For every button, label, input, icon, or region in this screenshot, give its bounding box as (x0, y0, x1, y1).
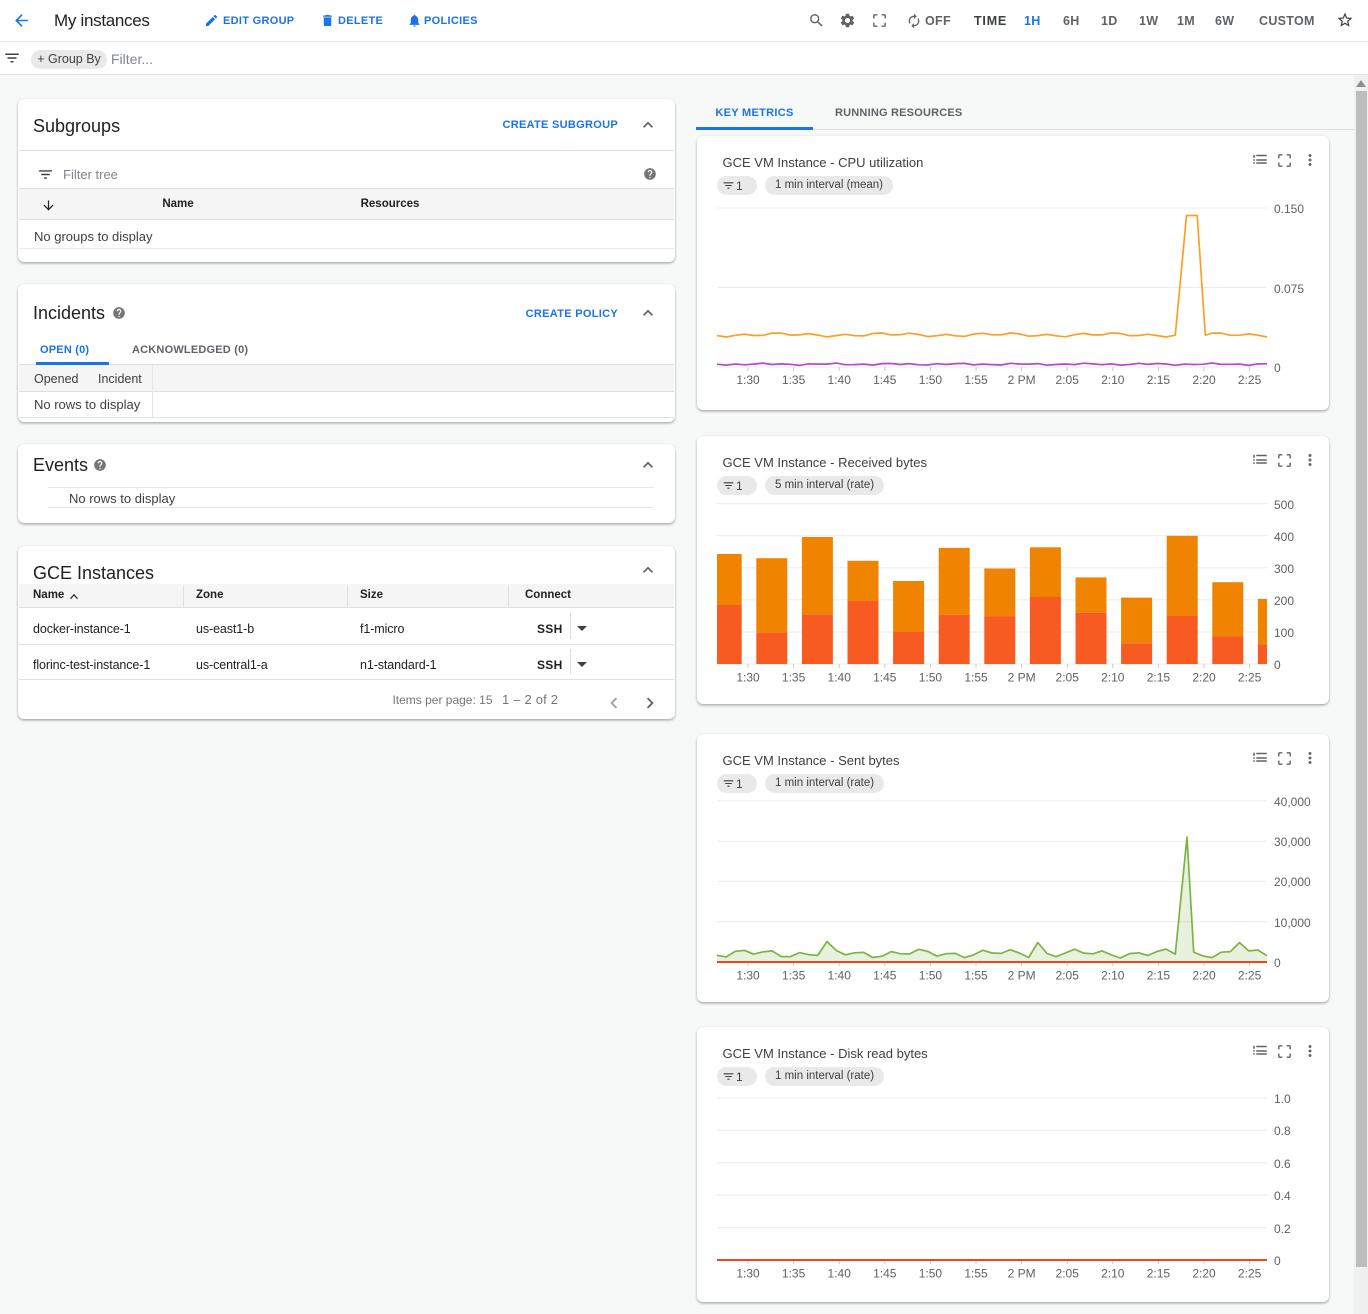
svg-text:1:50: 1:50 (919, 969, 943, 983)
svg-text:1:40: 1:40 (828, 373, 852, 387)
svg-text:1:40: 1:40 (828, 671, 852, 685)
svg-text:1:55: 1:55 (964, 671, 988, 685)
svg-text:1:50: 1:50 (919, 1267, 943, 1281)
svg-text:1:45: 1:45 (873, 373, 897, 387)
svg-text:2 PM: 2 PM (1008, 671, 1036, 685)
svg-text:1:55: 1:55 (964, 1267, 988, 1281)
svg-text:2:05: 2:05 (1056, 969, 1080, 983)
svg-text:2 PM: 2 PM (1008, 373, 1036, 387)
svg-text:1:50: 1:50 (919, 373, 943, 387)
svg-text:2:25: 2:25 (1238, 1267, 1262, 1281)
svg-text:2 PM: 2 PM (1008, 1267, 1036, 1281)
svg-text:1:30: 1:30 (736, 671, 760, 685)
svg-text:2:10: 2:10 (1101, 1267, 1125, 1281)
svg-text:2:15: 2:15 (1147, 671, 1171, 685)
svg-text:2:05: 2:05 (1056, 671, 1080, 685)
svg-text:2:25: 2:25 (1238, 671, 1262, 685)
svg-text:2:05: 2:05 (1056, 1267, 1080, 1281)
svg-text:2:05: 2:05 (1056, 373, 1080, 387)
svg-text:2:25: 2:25 (1238, 969, 1262, 983)
svg-text:1:30: 1:30 (736, 969, 760, 983)
svg-text:2:20: 2:20 (1192, 671, 1216, 685)
svg-text:1:50: 1:50 (919, 671, 943, 685)
svg-text:1:35: 1:35 (782, 671, 806, 685)
svg-text:1:45: 1:45 (873, 671, 897, 685)
svg-text:1:40: 1:40 (828, 1267, 852, 1281)
svg-text:2:15: 2:15 (1147, 969, 1171, 983)
svg-text:1:55: 1:55 (964, 373, 988, 387)
svg-text:2:25: 2:25 (1238, 373, 1262, 387)
svg-text:2:15: 2:15 (1147, 1267, 1171, 1281)
svg-text:1:30: 1:30 (736, 1267, 760, 1281)
svg-text:1:45: 1:45 (873, 969, 897, 983)
svg-text:1:30: 1:30 (736, 373, 760, 387)
svg-text:2:20: 2:20 (1192, 969, 1216, 983)
svg-text:2 PM: 2 PM (1008, 969, 1036, 983)
svg-text:2:10: 2:10 (1101, 671, 1125, 685)
svg-text:2:20: 2:20 (1192, 373, 1216, 387)
svg-text:2:10: 2:10 (1101, 969, 1125, 983)
svg-text:2:20: 2:20 (1192, 1267, 1216, 1281)
svg-text:1:55: 1:55 (964, 969, 988, 983)
svg-text:2:15: 2:15 (1147, 373, 1171, 387)
svg-text:1:40: 1:40 (828, 969, 852, 983)
svg-text:1:35: 1:35 (782, 373, 806, 387)
svg-text:1:45: 1:45 (873, 1267, 897, 1281)
svg-text:1:35: 1:35 (782, 1267, 806, 1281)
svg-text:2:10: 2:10 (1101, 373, 1125, 387)
svg-text:1:35: 1:35 (782, 969, 806, 983)
